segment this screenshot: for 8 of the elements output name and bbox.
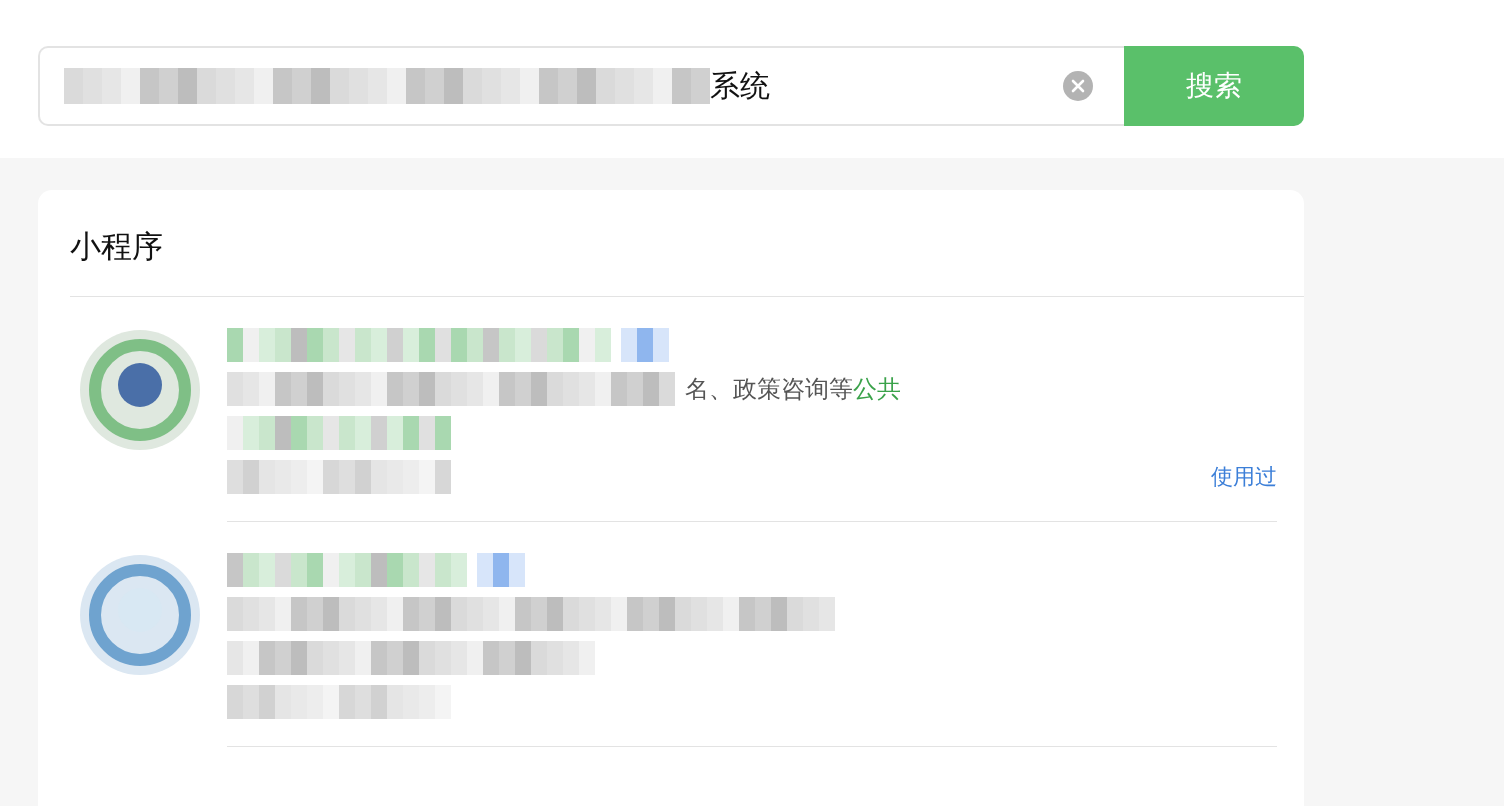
search-text: 系统	[710, 66, 770, 105]
pixelated-tag	[477, 553, 525, 587]
used-label: 使用过	[1211, 463, 1277, 491]
section-title: 小程序	[70, 227, 164, 266]
description-text: 名、政策咨询等公共	[685, 374, 901, 405]
clear-icon[interactable]	[1062, 70, 1094, 102]
pixelated-tag	[621, 328, 669, 362]
search-field[interactable]: 系统	[38, 46, 1124, 126]
